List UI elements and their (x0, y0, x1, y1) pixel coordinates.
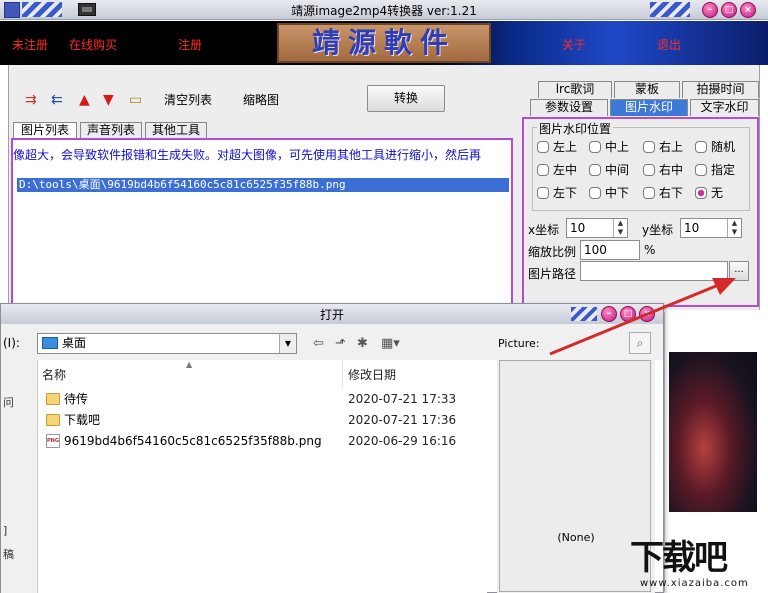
radio-custom[interactable]: 指定 (695, 163, 735, 177)
dialog-maximize-button[interactable]: □ (620, 306, 636, 322)
radio-bottom-left[interactable]: 左下 (537, 186, 577, 200)
exit-link[interactable]: 退出 (657, 36, 681, 53)
main-title-bar: 靖源image2mp4转换器 ver:1.21 – □ × (0, 0, 768, 20)
column-divider[interactable] (342, 360, 343, 388)
image-watermark-panel: 图片水印位置 左上 中上 右上 随机 左中 中间 右中 指定 左下 中下 右下 … (522, 117, 759, 307)
places-bar: 问 ] 稿 (1, 360, 37, 593)
folder-icon (46, 414, 60, 426)
maximize-button[interactable]: □ (721, 2, 737, 18)
dialog-close-button[interactable]: × (639, 306, 655, 322)
dialog-title: 打开 (319, 308, 344, 322)
table-row[interactable]: PNG 9619bd4b6f54160c5c81c6525f35f88b.png… (42, 431, 482, 451)
png-file-icon: PNG (46, 434, 60, 448)
radio-middle-right[interactable]: 右中 (643, 163, 683, 177)
back-icon[interactable]: ⇦ (313, 336, 324, 351)
dialog-toolbar: (I): 桌面 ▼ ⇦ ⬏ ✱ ▦▾ (1, 324, 663, 360)
unregistered-link[interactable]: 未注册 (12, 36, 48, 53)
picture-label: Picture: (498, 337, 540, 350)
radio-top-left[interactable]: 左上 (537, 140, 577, 154)
background-image-preview (669, 352, 757, 512)
desktop-icon (42, 337, 58, 349)
radio-top-center[interactable]: 中上 (589, 140, 629, 154)
y-stepper[interactable]: 10 ▲ ▼ (680, 218, 742, 238)
convert-button[interactable]: 转换 (367, 85, 445, 112)
close-button[interactable]: × (740, 2, 756, 18)
settings-panel: lrc歌词 蒙板 拍摄时间 参数设置 图片水印 文字水印 图片水印位置 左上 中… (522, 77, 761, 310)
view-menu-icon[interactable]: ▦▾ (381, 336, 400, 351)
radio-bottom-right[interactable]: 右下 (643, 186, 683, 200)
open-dialog: 打开 – □ × (I): 桌面 ▼ ⇦ ⬏ ✱ ▦▾ Picture: ⌕ 问… (0, 303, 664, 593)
left-area: ⇉ ⇇ ▲ ▼ ▭ 清空列表 缩略图 转换 图片列表 声音列表 其他工具 像超大… (9, 65, 515, 310)
chevron-down-icon[interactable]: ▼ (279, 334, 296, 353)
tab-audio-list[interactable]: 声音列表 (80, 122, 142, 138)
look-in-label: (I): (3, 336, 20, 350)
watermark-logo-url: www.xiazaiba.com (640, 578, 749, 589)
tab-mask[interactable]: 蒙板 (614, 81, 680, 98)
main-client-area: ⇉ ⇇ ▲ ▼ ▭ 清空列表 缩略图 转换 图片列表 声音列表 其他工具 像超大… (8, 65, 760, 310)
minimize-button[interactable]: – (702, 2, 718, 18)
buy-online-link[interactable]: 在线购买 (69, 36, 117, 53)
tab-text-watermark[interactable]: 文字水印 (690, 99, 759, 116)
clear-list-button[interactable]: 清空列表 (164, 91, 212, 108)
tab-image-list[interactable]: 图片列表 (13, 122, 77, 138)
up-arrow-icon[interactable]: ▲ (79, 92, 90, 108)
tab-shoot-time[interactable]: 拍摄时间 (682, 81, 759, 98)
radio-middle-left[interactable]: 左中 (537, 163, 577, 177)
preview-box: (None) (499, 360, 651, 592)
up-folder-icon[interactable]: ⬏ (335, 336, 346, 351)
remove-icon[interactable]: ⇇ (51, 92, 63, 108)
sort-arrow-icon: ▲ (186, 360, 193, 369)
tab-image-watermark[interactable]: 图片水印 (610, 99, 688, 116)
register-link[interactable]: 注册 (178, 36, 202, 53)
x-label: x坐标 (528, 223, 560, 237)
dialog-title-bar: 打开 – □ × (1, 304, 663, 324)
y-label: y坐标 (642, 223, 674, 237)
radio-random[interactable]: 随机 (695, 140, 735, 154)
file-list[interactable]: ▲ 名称 修改日期 待传 2020-07-21 17:33 下载吧 2020-0… (37, 360, 487, 593)
table-row[interactable]: 待传 2020-07-21 17:33 (42, 389, 482, 409)
tab-lrc-lyrics[interactable]: lrc歌词 (538, 81, 612, 98)
group-title: 图片水印位置 (537, 120, 614, 137)
new-folder-icon[interactable]: ✱ (357, 336, 368, 351)
scale-input[interactable]: 100 (580, 240, 640, 260)
title-stripe-decoration-right (650, 2, 690, 17)
banner: 未注册 在线购买 注册 靖源軟件 关于 退出 (0, 21, 768, 65)
place-label[interactable]: 问 (3, 394, 14, 410)
browse-button[interactable]: ... (729, 261, 749, 281)
brand-logo: 靖源軟件 (277, 23, 491, 63)
radio-none[interactable]: 无 (695, 186, 723, 200)
down-arrow-icon[interactable]: ▼ (103, 92, 114, 108)
look-in-dropdown[interactable]: 桌面 ▼ (37, 333, 297, 354)
column-header-date[interactable]: 修改日期 (348, 366, 396, 383)
x-stepper[interactable]: 10 ▲ ▼ (566, 218, 628, 238)
tab-parameters[interactable]: 参数设置 (530, 99, 608, 116)
about-link[interactable]: 关于 (562, 36, 586, 53)
folder-icon (46, 393, 60, 405)
scale-unit: % (644, 243, 656, 257)
radio-top-right[interactable]: 右上 (643, 140, 683, 154)
dialog-stripe-decoration (571, 307, 597, 321)
size-warning-text: 像超大，会导致软件报错和生成失败。对超大图像，可先使用其他工具进行缩小，然后再 (13, 148, 482, 162)
radio-bottom-center[interactable]: 中下 (589, 186, 629, 200)
site-watermark-logo: 下载吧 www.xiazaiba.com (630, 534, 766, 592)
tab-other-tools[interactable]: 其他工具 (145, 122, 207, 138)
list-item[interactable]: D:\tools\桌面\9619bd4b6f54160c5c81c6525f35… (17, 178, 509, 192)
preview-icon[interactable]: ⌕ (629, 332, 651, 354)
place-label[interactable]: 稿 (3, 546, 14, 562)
watermark-position-group: 图片水印位置 左上 中上 右上 随机 左中 中间 右中 指定 左下 中下 右下 … (532, 120, 750, 211)
image-path-field[interactable] (580, 261, 728, 281)
thumbnail-button[interactable]: 缩略图 (243, 91, 279, 108)
radio-center[interactable]: 中间 (589, 163, 629, 177)
column-header-name[interactable]: 名称 (42, 366, 66, 383)
path-label: 图片路径 (528, 267, 577, 281)
table-row[interactable]: 下载吧 2020-07-21 17:36 (42, 410, 482, 430)
scale-label: 缩放比例 (528, 245, 577, 259)
image-list-panel[interactable]: 像超大，会导致软件报错和生成失败。对超大图像，可先使用其他工具进行缩小，然后再 … (11, 138, 513, 310)
watermark-logo-text: 下载吧 (630, 538, 728, 578)
folder-icon[interactable]: ▭ (129, 92, 142, 108)
dialog-minimize-button[interactable]: – (601, 306, 617, 322)
place-label[interactable]: ] (3, 524, 7, 537)
add-icon[interactable]: ⇉ (25, 92, 37, 108)
